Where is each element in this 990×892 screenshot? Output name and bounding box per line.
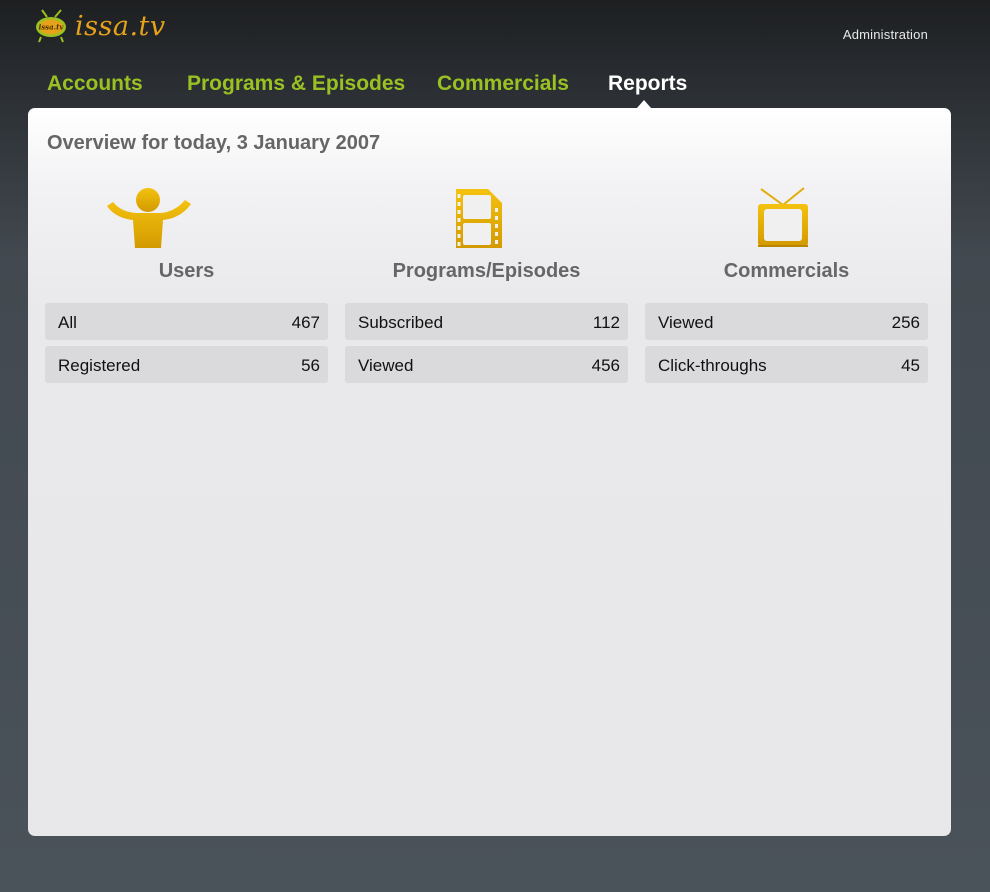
stat-label: Viewed	[358, 356, 414, 375]
issa-tv-logo[interactable]: issa.tv issa.tv	[33, 8, 165, 48]
tab-commercials[interactable]: Commercials	[437, 72, 569, 96]
tv-icon	[758, 187, 808, 247]
tab-reports[interactable]: Reports	[608, 72, 687, 96]
stat-row-users-all: All 467	[45, 303, 328, 340]
stat-value: 112	[592, 313, 620, 332]
stat-label: Subscribed	[358, 313, 444, 332]
film-icon	[456, 189, 502, 248]
logo-wordmark: issa.tv	[75, 11, 166, 42]
tab-programs-episodes[interactable]: Programs & Episodes	[187, 72, 405, 96]
stat-label: Registered	[58, 356, 141, 375]
programs-heading: Programs/Episodes	[392, 260, 581, 282]
logo-badge-text: issa.tv	[39, 23, 65, 32]
stat-label: All	[58, 313, 77, 332]
tv-logo-icon: issa.tv	[36, 9, 66, 43]
stat-row-commercials-viewed: Viewed 256	[645, 303, 928, 340]
stat-value: 467	[291, 313, 320, 332]
commercials-heading: Commercials	[723, 260, 850, 282]
active-tab-pointer	[637, 100, 651, 108]
stat-row-users-registered: Registered 56	[45, 346, 328, 383]
stat-row-commercials-clickthroughs: Click-throughs 45	[645, 346, 928, 383]
main-nav: Accounts Programs & Episodes Commercials…	[0, 72, 990, 108]
stat-value: 256	[891, 313, 920, 332]
stat-row-programs-viewed: Viewed 456	[345, 346, 628, 383]
stat-value: 456	[591, 356, 620, 375]
stat-row-programs-subscribed: Subscribed 112	[345, 303, 628, 340]
tab-accounts[interactable]: Accounts	[47, 72, 143, 96]
reports-panel: Overview for today, 3 January 2007 Users…	[28, 108, 951, 836]
administration-link[interactable]: Administration	[843, 27, 928, 42]
users-heading: Users	[158, 260, 215, 282]
stat-label: Viewed	[658, 313, 714, 332]
page-title: Overview for today, 3 January 2007	[47, 132, 381, 154]
stat-label: Click-throughs	[658, 356, 767, 375]
stat-value: 45	[901, 356, 920, 375]
user-icon	[107, 188, 191, 248]
stat-value: 56	[301, 356, 320, 375]
